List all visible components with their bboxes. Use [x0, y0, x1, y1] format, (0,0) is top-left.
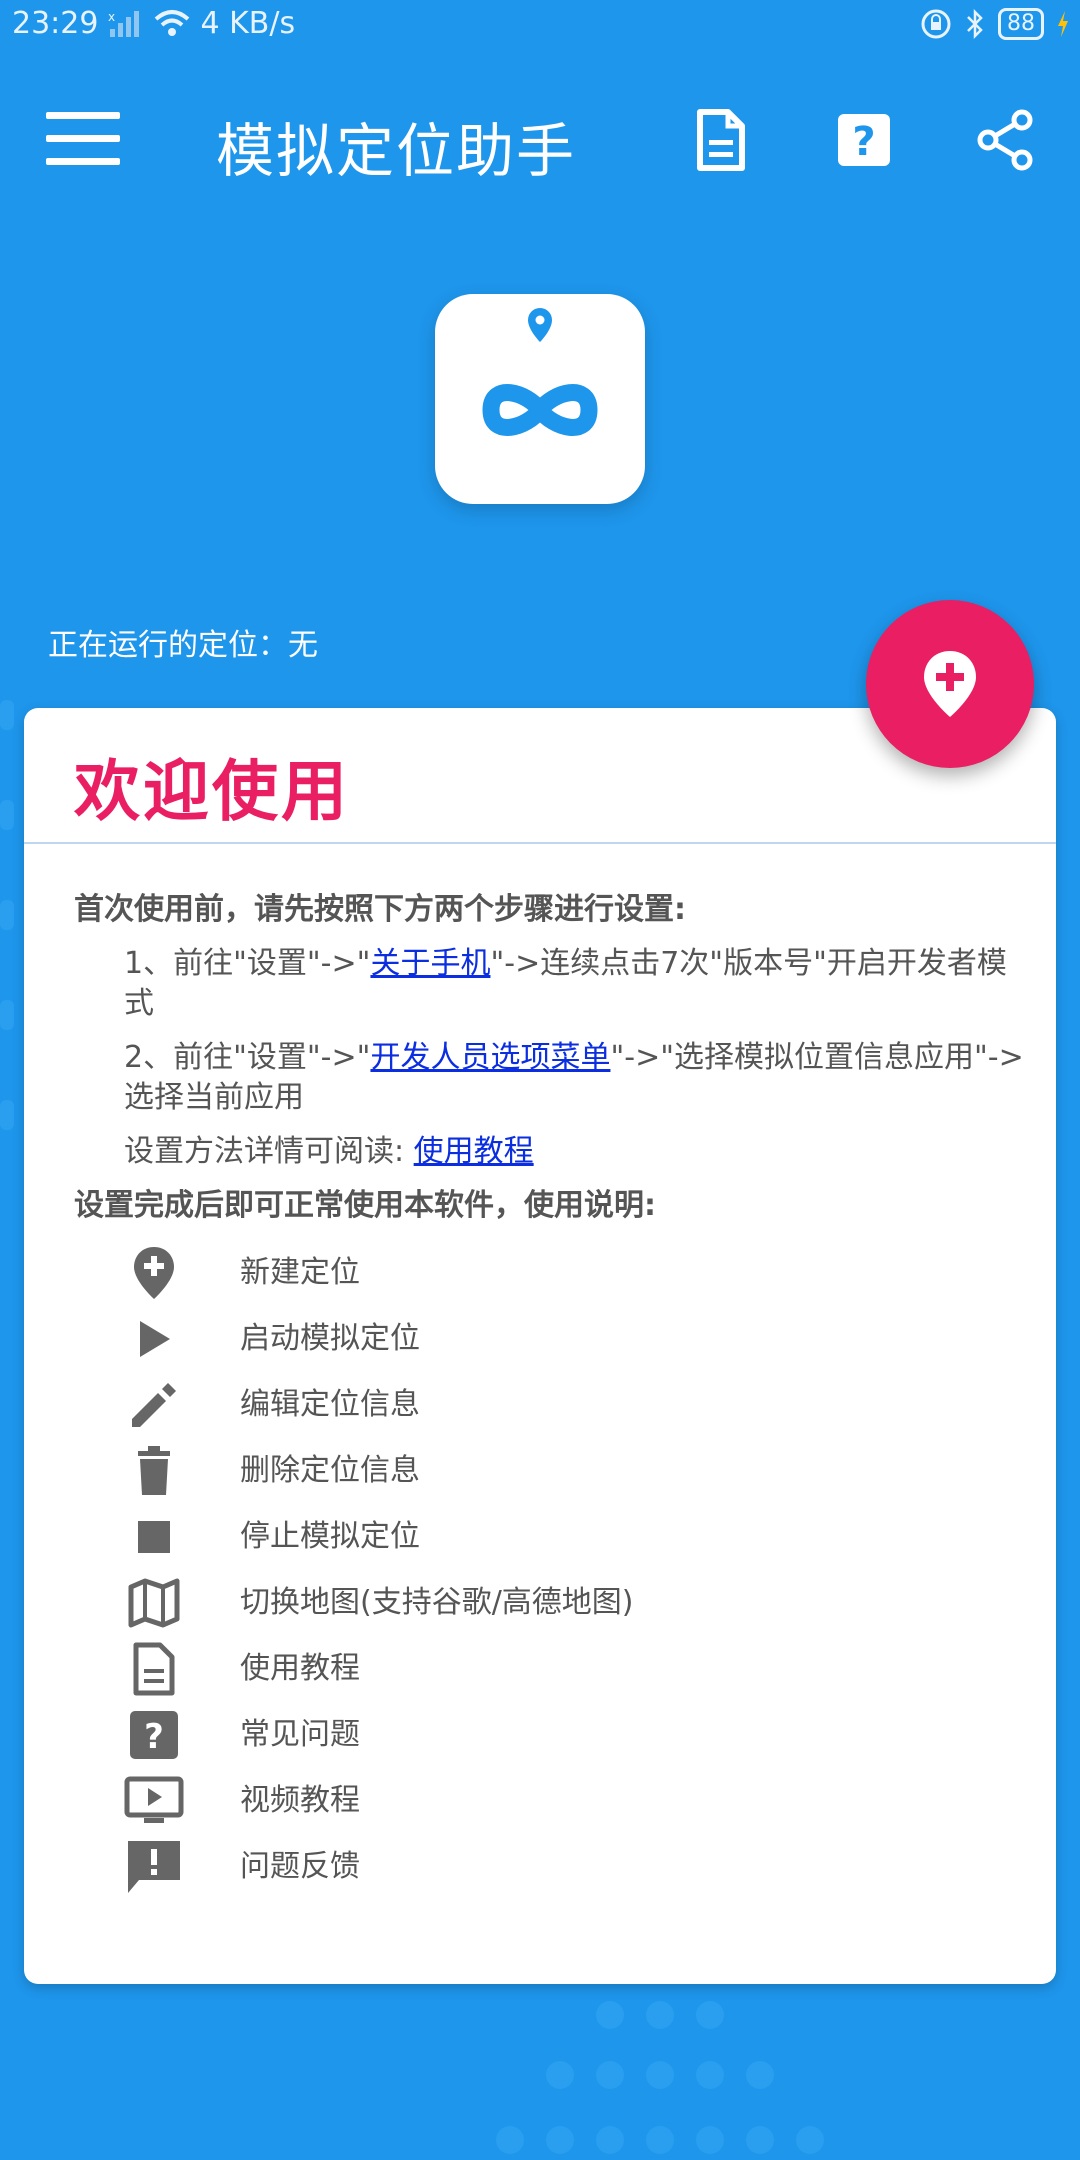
legend-label: 切换地图(支持谷歌/高德地图): [240, 1585, 634, 1620]
hamburger-menu-icon[interactable]: [46, 112, 120, 166]
legend-item: 视频教程: [74, 1768, 1024, 1834]
step2-text-a: 2、前往"设置"->": [124, 1040, 371, 1075]
detail-line: 设置方法详情可阅读: 使用教程: [124, 1132, 1024, 1172]
status-left: 23:29 x 4 KB/s: [12, 6, 295, 41]
legend-item: 删除定位信息: [74, 1438, 1024, 1504]
play-icon: [114, 1317, 194, 1361]
legend-item: ? 常见问题: [74, 1702, 1024, 1768]
wifi-icon: [155, 9, 190, 36]
add-location-fab[interactable]: [866, 600, 1034, 768]
charging-icon: [1058, 11, 1068, 37]
app-title: 模拟定位助手: [216, 117, 577, 185]
svg-text:x: x: [108, 10, 115, 24]
add-location-icon: [114, 1245, 194, 1301]
legend-label: 常见问题: [240, 1717, 360, 1752]
status-right: 88: [920, 8, 1070, 40]
running-label: 正在运行的定位：: [48, 628, 288, 663]
help-icon: ?: [114, 1710, 194, 1760]
developer-options-link[interactable]: 开发人员选项菜单: [370, 1040, 610, 1075]
document-icon: [114, 1642, 194, 1696]
legend-item: 新建定位: [74, 1240, 1024, 1306]
legend-label: 使用教程: [240, 1651, 360, 1686]
legend-label: 启动模拟定位: [240, 1321, 420, 1356]
step1-text-a: 1、前往"设置"->": [124, 946, 371, 981]
legend-item: 启动模拟定位: [74, 1306, 1024, 1372]
welcome-card: 欢迎使用 首次使用前，请先按照下方两个步骤进行设置: 1、前往"设置"->"关于…: [24, 708, 1056, 1984]
bluetooth-icon: [967, 8, 983, 40]
stop-icon: [114, 1519, 194, 1555]
battery-indicator: 88: [998, 8, 1044, 40]
edit-icon: [114, 1379, 194, 1431]
delete-icon: [114, 1445, 194, 1497]
card-divider: [24, 842, 1056, 844]
legend-item: 使用教程: [74, 1636, 1024, 1702]
detail-label: 设置方法详情可阅读:: [124, 1134, 414, 1169]
legend-label: 删除定位信息: [240, 1453, 420, 1488]
network-speed: 4 KB/s: [200, 6, 296, 41]
step-2: 2、前往"设置"->"开发人员选项菜单"->"选择模拟位置信息应用"->选择当前…: [124, 1038, 1024, 1118]
legend-label: 编辑定位信息: [240, 1387, 420, 1422]
legend-item: 问题反馈: [74, 1834, 1024, 1900]
legend-item: 切换地图(支持谷歌/高德地图): [74, 1570, 1024, 1636]
legend-label: 停止模拟定位: [240, 1519, 420, 1554]
app-bar: 模拟定位助手 ?: [0, 90, 1080, 190]
lock-rotation-icon: [921, 9, 951, 39]
legend-label: 新建定位: [240, 1255, 360, 1290]
document-icon[interactable]: [690, 108, 750, 172]
share-icon[interactable]: [976, 108, 1036, 172]
about-phone-link[interactable]: 关于手机: [370, 946, 490, 981]
feedback-icon: [114, 1838, 194, 1896]
intro-text: 首次使用前，请先按照下方两个步骤进行设置:: [74, 892, 686, 927]
svg-text:?: ?: [144, 1717, 164, 1757]
map-icon: [114, 1577, 194, 1629]
running-value: 无: [288, 628, 318, 663]
svg-text:?: ?: [852, 119, 875, 165]
tutorial-link[interactable]: 使用教程: [414, 1134, 534, 1169]
add-location-icon: [924, 651, 976, 717]
app-logo: [435, 294, 645, 504]
icon-legend: 新建定位 启动模拟定位 编辑定位信息 删除定位信息 停止模拟定位 切换地图(支持…: [74, 1240, 1024, 1900]
signal-icon: x: [108, 10, 140, 37]
video-icon: [114, 1776, 194, 1826]
infinity-location-logo-icon: [482, 308, 598, 436]
legend-item: 编辑定位信息: [74, 1372, 1024, 1438]
step-1: 1、前往"设置"->"关于手机"->连续点击7次"版本号"开启开发者模式: [124, 944, 1024, 1024]
clock: 23:29: [12, 6, 99, 41]
usage-title: 设置完成后即可正常使用本软件，使用说明:: [74, 1188, 656, 1223]
legend-item: 停止模拟定位: [74, 1504, 1024, 1570]
status-bar: 23:29 x 4 KB/s 88: [0, 0, 1080, 54]
card-title: 欢迎使用: [74, 753, 350, 830]
running-location-status: 正在运行的定位：无: [48, 620, 318, 664]
legend-label: 问题反馈: [240, 1849, 360, 1884]
legend-label: 视频教程: [240, 1783, 360, 1818]
card-body: 首次使用前，请先按照下方两个步骤进行设置: 1、前往"设置"->"关于手机"->…: [74, 890, 1024, 1900]
help-icon[interactable]: ?: [834, 108, 894, 172]
